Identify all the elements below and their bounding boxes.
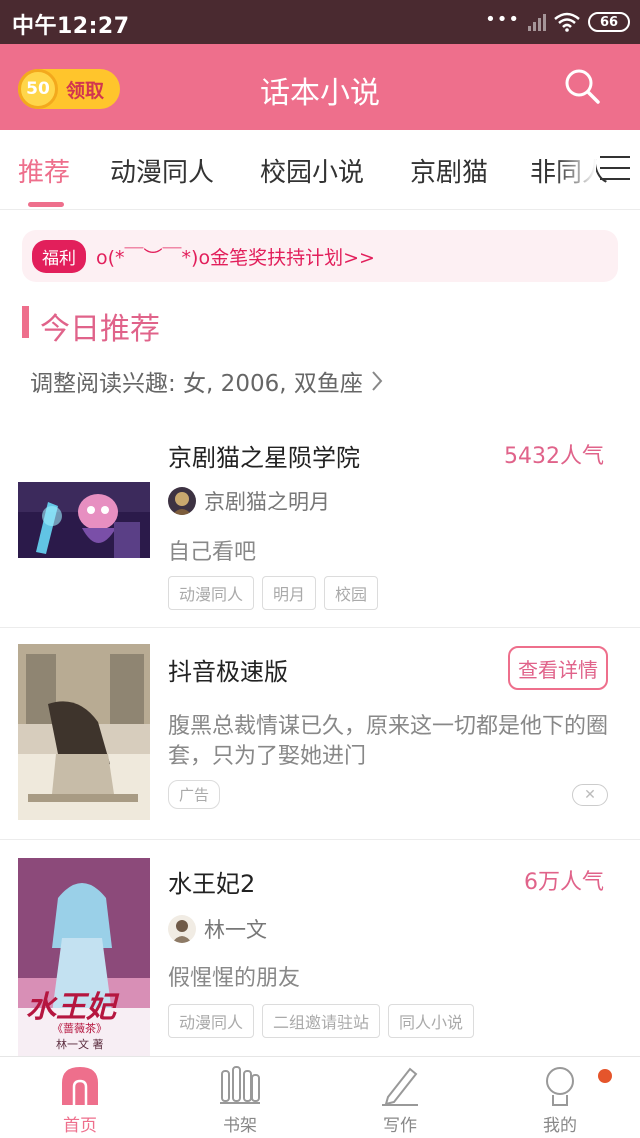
nav-label: 首页 [63,1116,97,1136]
adjust-interest-link[interactable]: 调整阅读兴趣: 女, 2006, 双鱼座 [30,364,383,398]
book-title: 京剧猫之星陨学院 [168,444,360,472]
book-tag[interactable]: 校园 [324,576,379,610]
popularity-count: 5432人气 [504,444,604,469]
search-icon[interactable] [562,66,602,106]
book-tag[interactable]: 动漫同人 [168,1004,255,1038]
app-screen: 中午12:27 ••• 66 50 领取 话本小说 推荐 动漫同人 校园小说 京… [0,0,640,1138]
book-description: 假惺惺的朋友 [168,966,301,991]
menu-icon[interactable] [600,156,630,182]
section-accent-bar [22,306,29,338]
promo-text: o(*￣︶￣*)o金笔奖扶持计划>> [96,246,375,269]
interest-text: 调整阅读兴趣: 女, 2006, 双鱼座 [30,371,363,397]
view-details-button[interactable]: 查看详情 [508,646,608,690]
more-dots-icon: ••• [485,8,520,30]
book-cover: 水王妃 《蔷薇茶》 林一文 著 [18,858,150,1056]
status-bar: 中午12:27 ••• 66 [0,0,640,44]
book-description: 自己看吧 [168,540,257,565]
ad-image [18,644,150,820]
nav-profile[interactable]: 我的 [480,1057,640,1138]
tab-campus-novel[interactable]: 校园小说 [260,152,364,189]
app-title: 话本小说 [260,76,380,111]
bookshelf-icon [220,1066,260,1104]
ad-card[interactable]: 抖音极速版 查看详情 腹黑总裁情谋已久，原来这一切都是他下的圈套，只为了娶她进门… [0,628,640,840]
active-tab-indicator [28,202,64,207]
home-icon [62,1067,98,1105]
book-tag[interactable]: 同人小说 [388,1004,475,1038]
popularity-count: 6万人气 [524,870,604,895]
ad-description: 腹黑总裁情谋已久，原来这一切都是他下的圈套，只为了娶她进门 [168,714,609,769]
book-card[interactable]: 水王妃 《蔷薇茶》 林一文 著 水王妃2 6万人气 林一文 假惺惺的朋友 动漫同… [0,840,640,1056]
book-title: 水王妃2 [168,870,256,898]
promo-banner[interactable]: 福利 o(*￣︶￣*)o金笔奖扶持计划>> [22,230,618,282]
ad-badge: 广告 [168,780,221,809]
tag-list: 动漫同人 二组邀请驻站 同人小说 [168,1004,475,1038]
close-ad-button[interactable]: ✕ [572,784,608,806]
cover-author: 林一文 著 [56,1038,104,1051]
author-name: 林一文 [204,918,267,942]
book-tag[interactable]: 二组邀请驻站 [262,1004,381,1038]
notification-dot [598,1069,612,1083]
nav-label: 我的 [543,1116,577,1136]
cover-subtitle: 《蔷薇茶》 [52,1022,107,1035]
profile-icon [546,1067,574,1106]
chevron-right-icon [372,371,383,391]
book-card[interactable]: 京剧猫之星陨学院 5432人气 京剧猫之明月 自己看吧 动漫同人 明月 校园 [0,420,640,628]
status-icons: ••• 66 [485,9,630,35]
nav-label: 书架 [223,1116,257,1136]
section-title: 今日推荐 [40,312,160,347]
tabs-fade [556,130,596,208]
nav-bookshelf[interactable]: 书架 [160,1057,320,1138]
book-cover [18,482,150,558]
battery-icon: 66 [588,12,630,32]
welfare-badge: 福利 [32,239,86,273]
author-avatar [168,487,196,515]
author-row[interactable]: 京剧猫之明月 [168,486,330,516]
status-time: 中午12:27 [12,14,130,39]
bottom-nav: 首页 书架 写作 我的 [0,1056,640,1138]
tag-list: 动漫同人 明月 校园 [168,576,379,610]
tab-recommend[interactable]: 推荐 [18,152,70,189]
nav-home[interactable]: 首页 [0,1057,160,1138]
author-row[interactable]: 林一文 [168,914,267,944]
book-tag[interactable]: 动漫同人 [168,576,255,610]
nav-label: 写作 [383,1116,417,1136]
signal-icon [528,13,546,31]
author-name: 京剧猫之明月 [204,490,330,514]
tab-anime-fanfic[interactable]: 动漫同人 [110,152,214,189]
author-avatar [168,915,196,943]
book-tag[interactable]: 明月 [262,576,317,610]
ad-title: 抖音极速版 [168,658,288,686]
tab-peking-opera-cat[interactable]: 京剧猫 [410,152,488,189]
pen-icon [382,1067,418,1106]
app-header: 50 领取 话本小说 [0,44,640,130]
category-tabs: 推荐 动漫同人 校园小说 京剧猫 非同人 [0,130,640,210]
nav-write[interactable]: 写作 [320,1057,480,1138]
wifi-icon [554,12,580,32]
